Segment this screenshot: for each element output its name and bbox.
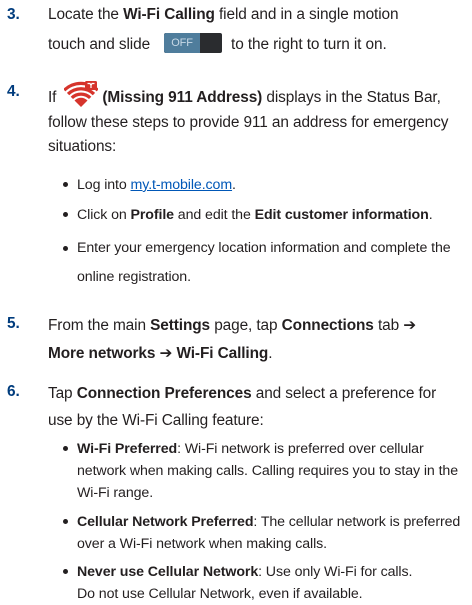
edit-customer-info-term: Edit customer information — [254, 207, 429, 224]
step-6-bullets: Wi-Fi Preferred: Wi-Fi network is prefer… — [63, 438, 468, 605]
step-3-line-2: touch and slide OFF to the right to turn i… — [48, 32, 464, 58]
step-4-bullets: Log into my.t-mobile.com. Click on Profi… — [63, 174, 468, 292]
step-5: 5. From the main Settings page, tap Conn… — [7, 312, 464, 368]
toggle-switch-icon: OFF — [164, 32, 223, 53]
step-4: 4. If (Missing 911 Address) displays in … — [7, 80, 464, 160]
step-number: 4. — [7, 83, 20, 100]
connection-preferences-term: Connection Preferences — [76, 385, 252, 402]
wifi-calling-error-icon — [64, 81, 99, 107]
list-item: Wi-Fi Preferred: Wi-Fi network is prefer… — [63, 438, 468, 505]
connections-term: Connections — [281, 317, 374, 334]
step-3-line-1: Locate the Wi-Fi Calling field and in a … — [48, 6, 399, 23]
list-item: Cellular Network Preferred: The cellular… — [63, 511, 468, 555]
bullet-icon — [63, 518, 68, 524]
settings-term: Settings — [150, 317, 211, 334]
step-number: 5. — [7, 315, 20, 332]
cellular-preferred-term: Cellular Network Preferred — [77, 513, 254, 530]
bullet-icon — [63, 212, 68, 218]
bullet-icon — [63, 246, 68, 252]
list-item: Enter your emergency location informatio… — [63, 234, 468, 292]
never-cellular-term: Never use Cellular Network — [77, 564, 259, 581]
step-3: 3. Locate the Wi-Fi Calling field and in… — [7, 3, 464, 58]
arrow-icon: ➔ — [403, 317, 417, 334]
my-tmobile-link[interactable]: my.t-mobile.com — [131, 177, 233, 193]
toggle-off-label: OFF — [164, 32, 201, 53]
bullet-icon — [63, 569, 68, 575]
missing-911-address-term: (Missing 911 Address) — [102, 89, 263, 106]
menu-path: More networks ➔ Wi-Fi Calling — [48, 345, 269, 362]
list-item: Never use Cellular Network: Use only Wi-… — [63, 561, 468, 605]
step-4-text: If (Missing 911 Address) displays in the… — [48, 80, 464, 160]
bullet-icon — [63, 182, 68, 187]
bullet-icon — [63, 446, 68, 451]
step-6: 6. Tap Connection Preferences and select… — [7, 380, 464, 434]
step-5-text: From the main Settings page, tap Connect… — [48, 317, 417, 362]
wifi-preferred-term: Wi-Fi Preferred — [77, 441, 178, 457]
step-6-text: Tap Connection Preferences and select a … — [48, 385, 437, 429]
wifi-calling-term: Wi-Fi Calling — [123, 6, 215, 23]
list-item: Log into my.t-mobile.com. — [63, 174, 468, 196]
step-number: 3. — [7, 6, 20, 23]
step-number: 6. — [7, 383, 20, 400]
list-item: Click on Profile and edit the Edit custo… — [63, 204, 468, 226]
profile-term: Profile — [130, 207, 175, 224]
